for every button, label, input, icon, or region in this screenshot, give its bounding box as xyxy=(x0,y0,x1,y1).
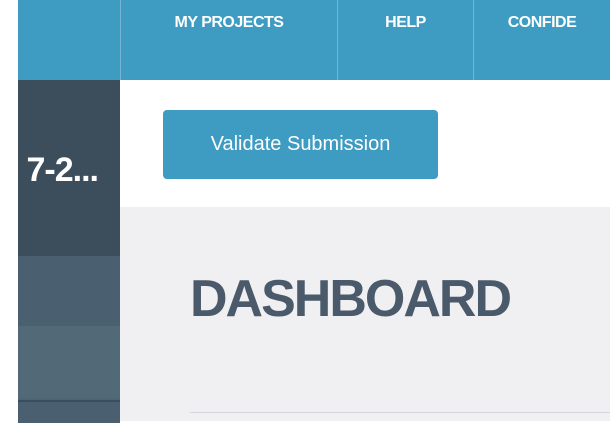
top-nav-bar: MY PROJECTS HELP CONFIDE xyxy=(18,0,610,80)
validate-submission-button[interactable]: Validate Submission xyxy=(163,110,438,179)
sidebar-item[interactable] xyxy=(18,400,120,423)
sidebar-item[interactable] xyxy=(18,326,120,398)
project-title: 7-2... xyxy=(26,151,99,189)
sidebar: 7-2... xyxy=(18,80,120,423)
page-title: DASHBOARD xyxy=(190,270,512,328)
nav-help[interactable]: HELP xyxy=(338,0,473,80)
nav-confidential[interactable]: CONFIDE xyxy=(474,0,610,80)
sidebar-item[interactable] xyxy=(18,256,120,326)
nav-my-projects[interactable]: MY PROJECTS xyxy=(121,0,337,80)
action-bar: Validate Submission xyxy=(120,80,610,207)
main-content: DASHBOARD xyxy=(120,207,610,421)
sidebar-header: 7-2... xyxy=(18,80,120,256)
section-divider xyxy=(190,412,610,413)
